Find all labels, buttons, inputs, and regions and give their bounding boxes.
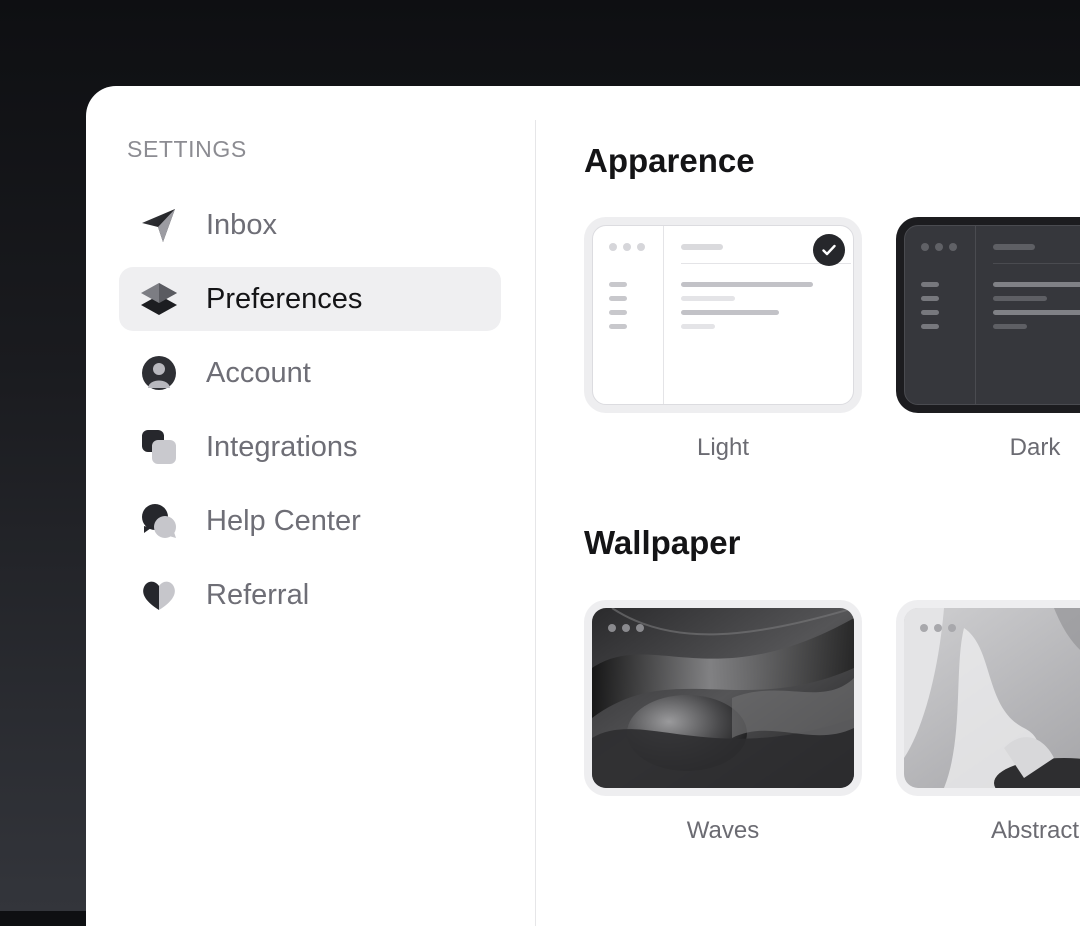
sidebar-title: SETTINGS [127,136,247,162]
window-dots [920,624,956,632]
main-content: Apparence Light Dark Wallpaper Waves Abs… [536,86,1080,926]
sidebar-item-label: Referral [206,578,310,611]
sidebar-item-label: Inbox [206,208,277,241]
theme-dark-option[interactable] [896,217,1080,413]
wallpaper-waves-option[interactable] [584,600,862,796]
chat-bubbles-icon [139,501,179,541]
wallpaper-abstract-label: Abstract [990,817,1080,844]
wallpaper-abstract-option[interactable] [896,600,1080,796]
sidebar-item-label: Account [206,356,311,389]
integrations-icon [139,427,179,467]
sidebar-item-label: Help Center [206,504,361,537]
light-preview [592,225,854,405]
theme-dark-label: Dark [1009,434,1061,461]
heart-icon [139,575,179,615]
paper-plane-icon [139,205,179,245]
layers-icon [139,279,179,319]
sidebar-item-account[interactable]: Account [119,341,501,405]
appearance-title: Apparence [584,142,755,179]
sidebar-item-preferences[interactable]: Preferences [119,267,501,331]
sidebar-item-inbox[interactable]: Inbox [119,193,501,257]
user-icon [139,353,179,393]
theme-light-option[interactable] [584,217,862,413]
window-dots [921,243,957,251]
wallpaper-waves-label: Waves [686,817,760,844]
sidebar-item-label: Preferences [206,282,363,315]
selected-check-icon [813,234,845,266]
settings-window: SETTINGS Inbox Preferences Account Integ… [86,86,1080,926]
wallpaper-title: Wallpaper [584,524,741,561]
sidebar-item-integrations[interactable]: Integrations [119,415,501,479]
window-dots [609,243,645,251]
window-dots [608,624,644,632]
dark-preview [904,225,1080,405]
sidebar-item-referral[interactable]: Referral [119,563,501,627]
sidebar-item-label: Integrations [206,430,358,463]
waves-preview [592,608,854,788]
abstract-preview [904,608,1080,788]
sidebar: SETTINGS Inbox Preferences Account Integ… [86,86,535,926]
theme-light-label: Light [696,434,750,461]
sidebar-item-help-center[interactable]: Help Center [119,489,501,553]
sidebar-nav: Inbox Preferences Account Integrations H… [119,193,501,637]
